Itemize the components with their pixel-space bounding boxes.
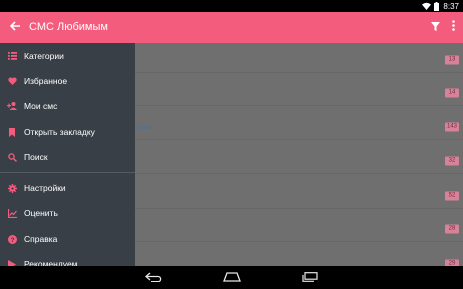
drawer-item-favorites[interactable]: Избранное: [0, 69, 135, 94]
app-title: СМС Любимым: [29, 21, 108, 33]
drawer-item-my-sms[interactable]: Мои смс: [0, 94, 135, 119]
drawer-item-label: Справка: [24, 234, 58, 244]
drawer-item-label: Открыть закладку: [24, 127, 95, 137]
list-icon: [7, 51, 17, 61]
drawer-item-label: Настройки: [24, 183, 66, 193]
drawer-item-label: Рекомендуем: [24, 259, 78, 266]
play-icon: [7, 259, 17, 266]
count-badge: 52: [445, 191, 459, 200]
drawer-item-rate[interactable]: Оценить: [0, 201, 135, 226]
status-bar: 8:37: [0, 0, 463, 12]
chart-icon: [7, 208, 17, 218]
overflow-menu-button[interactable]: [446, 18, 460, 36]
nav-back-button[interactable]: [139, 269, 169, 286]
count-badge: 28: [445, 224, 459, 233]
wifi-icon: [422, 2, 432, 10]
count-badge: 143: [444, 122, 459, 131]
drawer-item-open-bookmark[interactable]: Открыть закладку: [0, 120, 135, 145]
nav-recents-icon: [302, 269, 318, 287]
drawer-item-label: Категории: [24, 51, 64, 61]
drawer-item-recommended[interactable]: Рекомендуем: [0, 252, 135, 266]
drawer-item-categories[interactable]: Категории: [0, 44, 135, 69]
count-badge: 14: [445, 88, 459, 97]
svg-text:?: ?: [10, 237, 14, 244]
gear-icon: [7, 183, 17, 193]
search-icon: [7, 152, 17, 162]
nav-home-icon: [223, 269, 241, 287]
app-bar: СМС Любимым: [0, 12, 463, 43]
person-add-icon: [7, 101, 17, 111]
drawer-item-settings[interactable]: Настройки: [0, 176, 135, 201]
status-icons: 8:37: [422, 0, 459, 12]
battery-icon: [434, 1, 440, 11]
drawer-item-label: Избранное: [24, 76, 68, 86]
nav-home-button[interactable]: [217, 269, 247, 286]
drawer-item-search[interactable]: Поиск: [0, 145, 135, 170]
filter-icon: [430, 18, 440, 36]
help-icon: ?: [7, 234, 17, 244]
arrow-back-icon: [9, 18, 21, 36]
drawer-item-label: Поиск: [24, 152, 48, 162]
drawer-divider: [0, 172, 135, 173]
system-navigation-bar: [0, 266, 463, 289]
heart-icon: [7, 76, 17, 86]
drawer-item-label: Мои смс: [24, 101, 58, 111]
filter-button[interactable]: [426, 18, 444, 36]
navigation-drawer: Категории Избранное Мои смс Открыть закл…: [0, 43, 135, 266]
count-badge: 13: [445, 55, 459, 64]
count-badge: 29: [445, 259, 459, 266]
back-button[interactable]: [5, 17, 25, 37]
bookmark-icon: [7, 127, 17, 137]
nav-recents-button[interactable]: [295, 269, 325, 286]
status-time: 8:37: [443, 1, 459, 11]
drawer-item-label: Оценить: [24, 208, 58, 218]
list-item-title: ские: [136, 122, 153, 131]
count-badge: 32: [445, 156, 459, 165]
nav-back-icon: [145, 269, 163, 287]
more-vert-icon: [451, 18, 455, 36]
drawer-item-help[interactable]: ? Справка: [0, 227, 135, 252]
